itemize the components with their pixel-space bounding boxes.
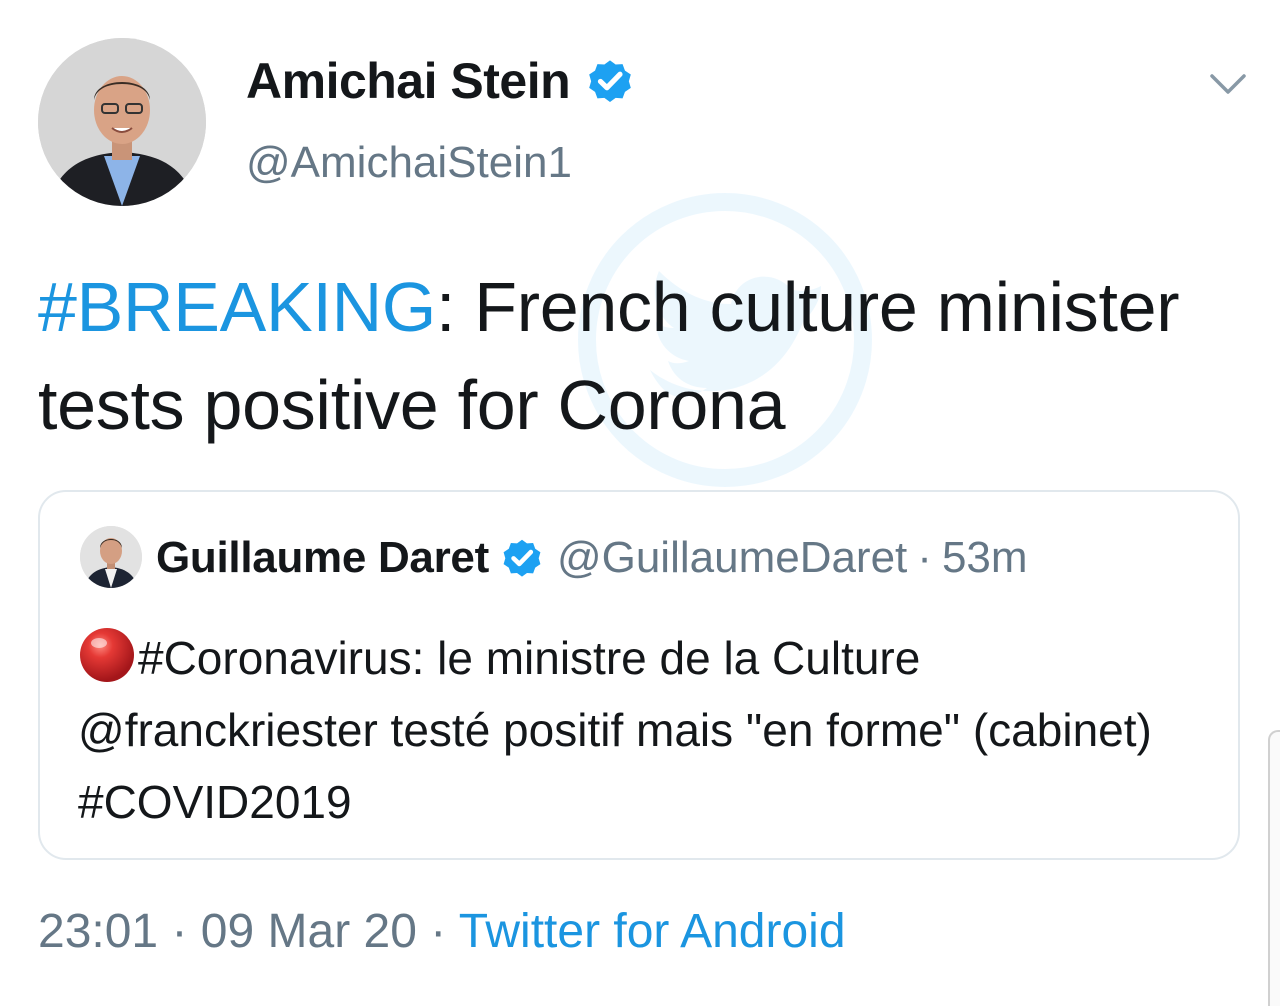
author-avatar[interactable] — [38, 38, 206, 206]
quoted-text-part1: #Coronavirus: le ministre de la Culture — [138, 632, 921, 684]
quoted-hashtag-link[interactable]: #COVID2019 — [78, 776, 352, 828]
quoted-text-part2: testé positif mais "en forme" (cabinet) — [377, 704, 1152, 756]
quoted-author-handle[interactable]: @GuillaumeDaret — [557, 533, 907, 583]
verified-badge-icon — [499, 535, 545, 581]
tweet-date[interactable]: 09 Mar 20 — [201, 905, 417, 958]
tweet-card: Amichai Stein @AmichaiStein1 #BREAKING: … — [0, 0, 1280, 1006]
quoted-author-avatar[interactable] — [80, 526, 142, 588]
tweet-time[interactable]: 23:01 — [38, 905, 158, 958]
verified-badge-icon — [584, 55, 636, 107]
author-name[interactable]: Amichai Stein — [246, 52, 636, 110]
separator-dot: · — [917, 533, 932, 582]
quoted-tweet[interactable]: Guillaume Daret @GuillaumeDaret · 53m #C… — [38, 490, 1240, 860]
meta-separator: · — [416, 905, 459, 958]
quoted-author-name[interactable]: Guillaume Daret — [156, 533, 489, 583]
mention-link[interactable]: @franckriester — [78, 704, 378, 756]
tweet-text: #BREAKING: French culture minister tests… — [38, 258, 1248, 454]
meta-separator: · — [158, 905, 201, 958]
hashtag-link[interactable]: #BREAKING — [38, 268, 436, 346]
chevron-down-icon[interactable] — [1204, 64, 1252, 104]
quoted-tweet-time[interactable]: 53m — [942, 533, 1028, 583]
author-name-text[interactable]: Amichai Stein — [246, 52, 571, 110]
side-panel-edge — [1268, 730, 1280, 1006]
red-circle-icon — [78, 626, 136, 684]
quoted-tweet-text: #Coronavirus: le ministre de la Culture @… — [78, 622, 1198, 838]
author-handle[interactable]: @AmichaiStein1 — [246, 138, 572, 188]
tweet-source-link[interactable]: Twitter for Android — [459, 905, 846, 958]
tweet-meta: 23:01 · 09 Mar 20 · Twitter for Android — [38, 904, 846, 959]
quoted-tweet-header: Guillaume Daret @GuillaumeDaret · 53m — [156, 528, 1028, 588]
